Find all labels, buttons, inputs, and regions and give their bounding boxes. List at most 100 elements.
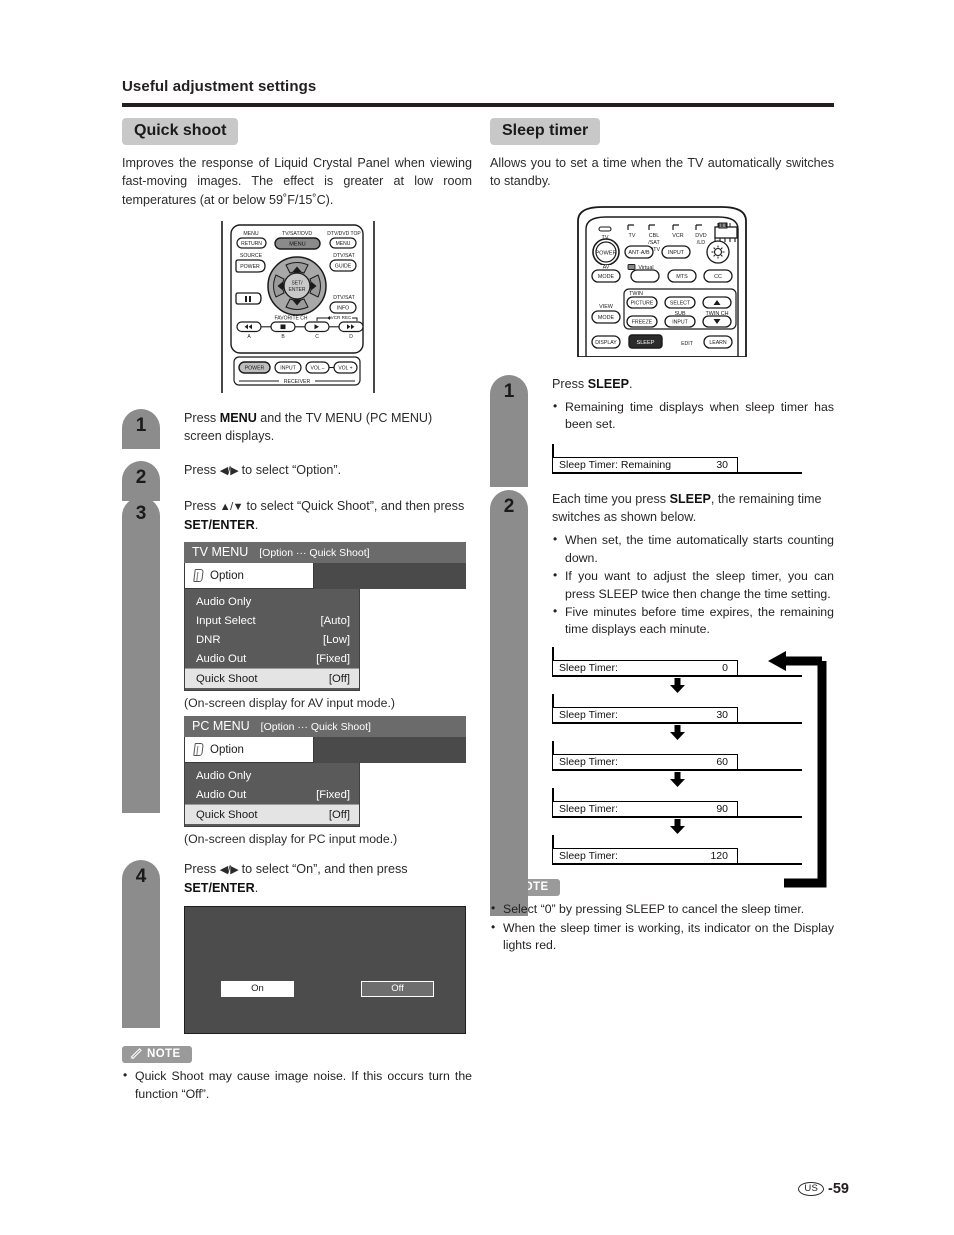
tab-option-label: Option <box>210 569 244 582</box>
step-1-t1: MENU <box>219 410 257 425</box>
svg-text:MODE: MODE <box>598 315 615 321</box>
pencil-icon <box>130 1048 142 1060</box>
step-4-t2: to select “On”, and then press <box>238 862 408 877</box>
tab-option[interactable]: Option <box>184 563 314 590</box>
tv-menu-tabs: Option <box>184 563 466 590</box>
menu-item[interactable]: Audio Out [Fixed] <box>185 649 359 668</box>
strip-label: Sleep Timer: <box>559 803 618 816</box>
step-4-number-bar: 4 <box>122 860 160 1029</box>
note-item: Select “0” by pressing SLEEP to cancel t… <box>490 900 834 918</box>
svg-text:TWIN: TWIN <box>629 291 643 297</box>
off-button[interactable]: Off <box>361 980 434 997</box>
sleep-timer-remote-illustration: TV TV CBL /SAT /DTV VCR DVD /LD POWER AV… <box>490 205 834 357</box>
menu-item[interactable]: Audio Out [Fixed] <box>185 785 359 804</box>
svg-text:MENU: MENU <box>336 241 351 247</box>
menu-item-value: [Off] <box>328 808 350 821</box>
step-2-t0: Press <box>184 463 220 478</box>
svg-text:ENTER: ENTER <box>289 287 306 293</box>
menu-item[interactable]: DNR [Low] <box>185 630 359 649</box>
manual-page: Useful adjustment settings Quick shoot I… <box>0 0 954 1235</box>
svg-text:C: C <box>315 334 319 340</box>
svg-text:INPUT: INPUT <box>280 365 296 371</box>
svg-text:PICTURE: PICTURE <box>631 300 654 306</box>
sleep-sequence-diagram: Sleep Timer: 0 Sleep Timer: 30 Sleep Tim… <box>552 646 842 888</box>
pc-menu-title: PC MENU <box>192 719 250 734</box>
on-button[interactable]: On <box>221 980 294 997</box>
left-note-list: Quick Shoot may cause image noise. If th… <box>122 1067 472 1103</box>
bullet-item: If you want to adjust the sleep timer, y… <box>552 567 834 603</box>
pc-menu-tabs: Option <box>184 737 466 764</box>
step-1-t0: Press <box>184 410 220 425</box>
step-3-number: 3 <box>135 503 147 525</box>
pc-menu-titlebar: PC MENU [Option ··· Quick Shoot] <box>184 716 466 738</box>
strip-value: 0 <box>722 662 728 675</box>
right-column: Sleep timer Allows you to set a time whe… <box>490 118 834 956</box>
sleep-step-1-t1: SLEEP <box>587 376 629 391</box>
tab-area-empty <box>314 563 466 590</box>
sleep-step-1-number: 1 <box>503 380 515 402</box>
svg-text:SOURCE: SOURCE <box>240 253 263 259</box>
sleep-remaining-strip: Sleep Timer: Remaining 30 <box>552 443 802 474</box>
svg-text:D: D <box>349 334 353 340</box>
tv-menu-osd: TV MENU [Option ··· Quick Shoot] Option … <box>184 542 466 710</box>
left-right-arrow-icon: ◀/▶ <box>219 864 239 877</box>
sleep-step-2-text: Each time you press SLEEP, the remaining… <box>552 490 834 527</box>
sleep-step-1-t0: Press <box>552 376 588 391</box>
sleep-step-2-number: 2 <box>503 495 515 517</box>
step-3-text: Press ▲/▼ to select “Quick Shoot”, and t… <box>184 497 472 534</box>
menu-item-label: DNR <box>196 633 221 646</box>
left-note-block: NOTE Quick Shoot may cause image noise. … <box>122 1045 472 1103</box>
bullet-item: Five minutes before time expires, the re… <box>552 603 834 639</box>
svg-text:MENU: MENU <box>289 241 305 247</box>
step-4-t4: . <box>254 881 259 896</box>
tv-menu-breadcrumb: [Option ··· Quick Shoot] <box>259 547 370 560</box>
svg-text:SELECT: SELECT <box>670 300 691 306</box>
menu-item-selected[interactable]: Quick Shoot [Off] <box>185 804 359 825</box>
quick-shoot-onoff-screen: On Off <box>184 905 466 1034</box>
menu-item-label: Quick Shoot <box>196 808 258 821</box>
svg-text:DTV/DVD TOP: DTV/DVD TOP <box>327 231 361 237</box>
menu-item-label: Audio Out <box>196 788 247 801</box>
svg-text:/SAT: /SAT <box>648 240 660 246</box>
region-badge: US <box>798 1182 825 1196</box>
svg-text:ANT·A/B: ANT·A/B <box>628 250 650 256</box>
menu-item[interactable]: Input Select [Auto] <box>185 611 359 630</box>
tv-menu-title: TV MENU <box>192 545 249 560</box>
note-label: NOTE <box>147 1047 181 1060</box>
menu-item[interactable]: Audio Only <box>185 592 359 611</box>
page-header: Useful adjustment settings <box>122 78 834 107</box>
note-item: When the sleep timer is working, its ind… <box>490 919 834 955</box>
right-note-list: Select “0” by pressing SLEEP to cancel t… <box>490 900 834 955</box>
note-badge: NOTE <box>122 1045 192 1063</box>
step-4: 4 Press ◀/▶ to select “On”, and then pre… <box>122 860 472 1034</box>
svg-text:EDIT: EDIT <box>681 341 694 347</box>
strip-value: 30 <box>716 459 728 472</box>
svg-text:DTV/SAT: DTV/SAT <box>333 253 355 259</box>
book-icon <box>193 743 204 757</box>
strip-tick <box>552 834 554 849</box>
tab-option[interactable]: Option <box>184 737 314 764</box>
quick-shoot-section-title: Quick shoot <box>122 118 239 145</box>
menu-item-value: [Fixed] <box>316 788 350 801</box>
strip-value: 120 <box>710 850 728 863</box>
svg-text:DTV/SAT: DTV/SAT <box>333 295 355 301</box>
left-right-arrow-icon: ◀/▶ <box>219 465 239 478</box>
pc-menu-breadcrumb: [Option ··· Quick Shoot] <box>260 721 371 734</box>
menu-item[interactable]: Audio Only <box>185 766 359 785</box>
quick-shoot-description: Improves the response of Liquid Crystal … <box>122 156 472 207</box>
up-down-arrow-icon: ▲/▼ <box>219 501 244 514</box>
svg-text:GUIDE: GUIDE <box>335 263 352 269</box>
step-4-t3: SET/ENTER <box>184 881 255 896</box>
step-3-t4: . <box>254 518 259 533</box>
svg-text:POWER: POWER <box>240 264 260 270</box>
svg-text:POWER: POWER <box>245 365 265 371</box>
step-2-t2: to select “Option”. <box>238 463 342 478</box>
menu-item-value: [Low] <box>322 633 350 646</box>
menu-item-value: [Auto] <box>320 614 350 627</box>
remote2-svg: TV TV CBL /SAT /DTV VCR DVD /LD POWER AV… <box>577 205 747 357</box>
remaining-strip-wrap: Sleep Timer: Remaining 30 <box>552 443 834 474</box>
sleep-timer-section-title: Sleep timer <box>490 118 601 145</box>
step-4-number: 4 <box>135 866 147 888</box>
svg-text:MTS: MTS <box>676 274 688 280</box>
menu-item-selected[interactable]: Quick Shoot [Off] <box>185 668 359 689</box>
